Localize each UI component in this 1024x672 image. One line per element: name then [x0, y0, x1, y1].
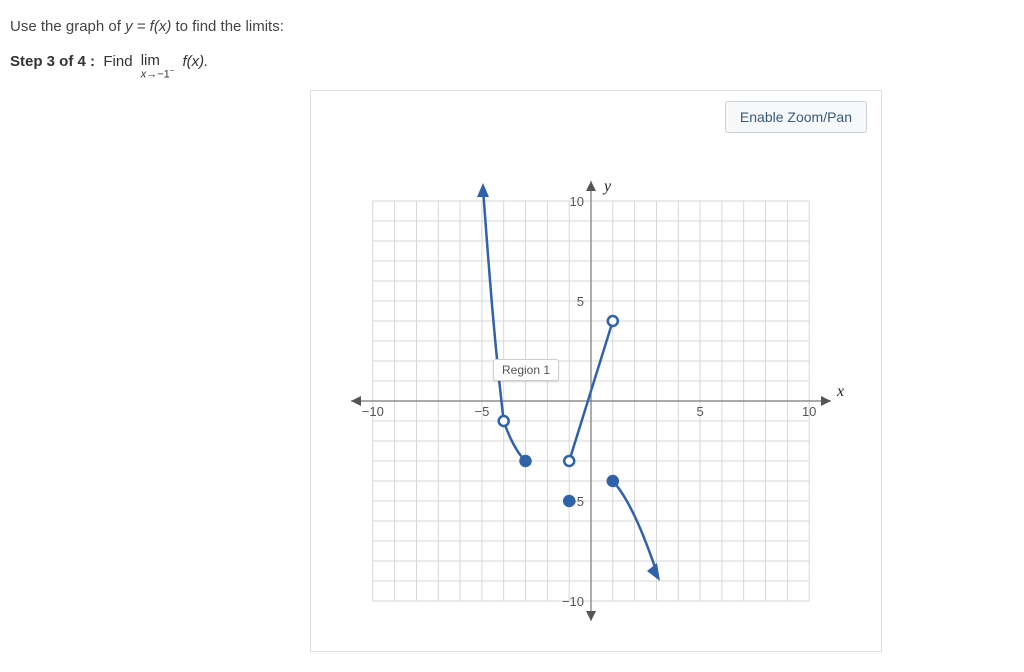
closed-point: [521, 456, 531, 466]
x-axis-label: x: [836, 383, 844, 400]
open-point: [608, 316, 618, 326]
svg-text:−5: −5: [474, 404, 489, 419]
svg-text:5: 5: [696, 404, 703, 419]
limit-notation: lim x→−1−: [141, 53, 175, 82]
prompt-text: Use the graph of y = f(x) to find the li…: [10, 18, 1014, 35]
step-fx: f(x).: [182, 53, 208, 70]
step-find: Find: [103, 53, 132, 70]
curve-piece-1: [483, 189, 504, 421]
enable-zoom-button[interactable]: Enable Zoom/Pan: [725, 101, 867, 133]
plot-area[interactable]: Region 1: [331, 171, 851, 641]
prompt-suffix: to find the limits:: [171, 18, 284, 35]
y-axis-label: y: [602, 178, 612, 195]
svg-text:−10: −10: [562, 594, 584, 609]
step-label: Step 3 of 4 :: [10, 53, 95, 70]
prompt-equation: y = f(x): [125, 18, 171, 35]
region-tooltip: Region 1: [493, 359, 559, 381]
svg-text:5: 5: [577, 294, 584, 309]
open-point: [499, 416, 509, 426]
closed-point: [608, 476, 618, 486]
svg-text:10: 10: [570, 194, 584, 209]
step-line: Step 3 of 4 : Find lim x→−1− f(x).: [10, 53, 208, 82]
svg-text:10: 10: [802, 404, 816, 419]
prompt-prefix: Use the graph of: [10, 18, 125, 35]
svg-text:−10: −10: [362, 404, 384, 419]
lim-sub: x→−1−: [141, 67, 175, 81]
graph-panel: Enable Zoom/Pan Region 1: [310, 90, 882, 652]
open-point: [564, 456, 574, 466]
axes: [351, 181, 831, 621]
closed-point: [564, 496, 574, 506]
plot-svg: −10 −5 5 10 10 5 −5 −10 y x: [331, 171, 851, 641]
arrow-up-icon: [477, 183, 489, 197]
